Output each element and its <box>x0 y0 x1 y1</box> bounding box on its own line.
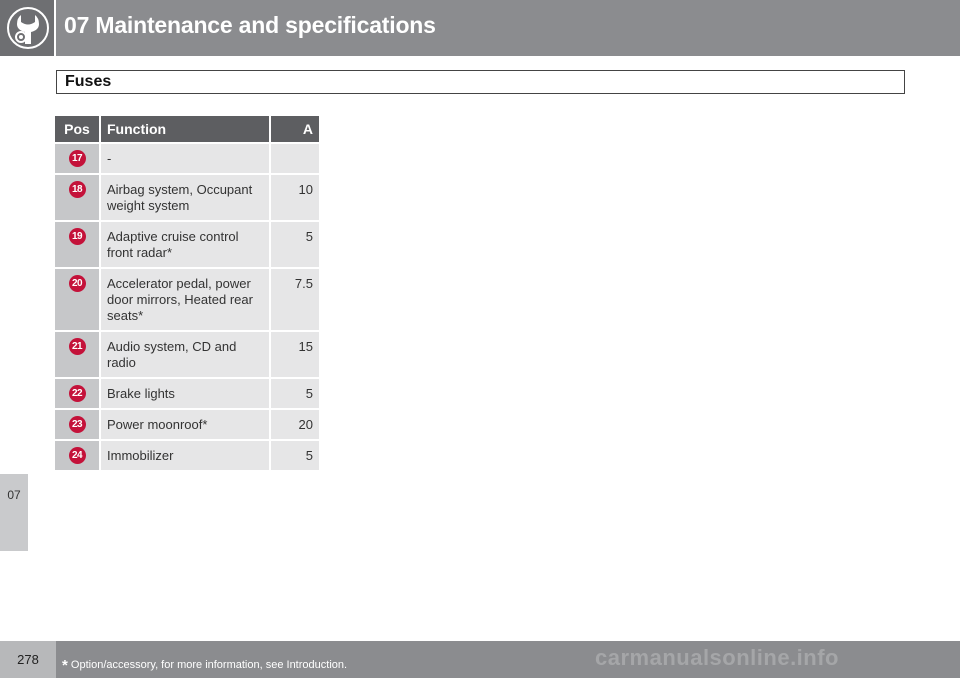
function-cell: Brake lights <box>101 377 271 408</box>
pos-cell: 20 <box>55 267 101 330</box>
function-cell: Adaptive cruise control front radar* <box>101 220 271 267</box>
position-badge: 23 <box>68 416 86 433</box>
amps-cell: 5 <box>271 439 319 470</box>
table-row: 19 Adaptive cruise control front radar* … <box>55 220 319 267</box>
position-badge: 21 <box>68 338 86 355</box>
column-header-function: Function <box>101 116 271 142</box>
table-row: 18 Airbag system, Occupant weight system… <box>55 173 319 220</box>
function-cell: Audio system, CD and radio <box>101 330 271 377</box>
function-cell: Airbag system, Occupant weight system <box>101 173 271 220</box>
table-row: 21 Audio system, CD and radio 15 <box>55 330 319 377</box>
page-number-box: 278 <box>0 641 56 678</box>
column-header-pos: Pos <box>55 116 101 142</box>
function-cell: Power moonroof* <box>101 408 271 439</box>
pos-cell: 19 <box>55 220 101 267</box>
footnote-star: * <box>62 657 68 674</box>
pos-cell: 21 <box>55 330 101 377</box>
column-header-amps: A <box>271 116 319 142</box>
table-row: 24 Immobilizer 5 <box>55 439 319 470</box>
fuse-table: Pos Function A 17 - 18 Airbag system, Oc… <box>55 116 319 470</box>
position-badge: 22 <box>68 385 86 402</box>
amps-cell: 5 <box>271 220 319 267</box>
amps-cell: 5 <box>271 377 319 408</box>
pos-cell: 18 <box>55 173 101 220</box>
footnote-text: Option/accessory, for more information, … <box>70 659 348 671</box>
function-cell: - <box>101 142 271 173</box>
watermark: carmanualsonline.info <box>595 645 839 670</box>
pos-cell: 23 <box>55 408 101 439</box>
amps-cell: 15 <box>271 330 319 377</box>
wrench-gear-icon <box>7 7 49 49</box>
section-heading-box: Fuses <box>56 70 905 94</box>
table-row: 20 Accelerator pedal, power door mirrors… <box>55 267 319 330</box>
position-badge: 17 <box>68 150 86 167</box>
pos-cell: 17 <box>55 142 101 173</box>
pos-cell: 22 <box>55 377 101 408</box>
function-cell: Accelerator pedal, power door mirrors, H… <box>101 267 271 330</box>
position-badge: 20 <box>68 275 86 292</box>
pos-cell: 24 <box>55 439 101 470</box>
amps-cell: 10 <box>271 173 319 220</box>
amps-cell: 7.5 <box>271 267 319 330</box>
page-number: 278 <box>17 652 39 667</box>
chapter-tab-label: 07 <box>7 488 21 502</box>
position-badge: 18 <box>68 181 86 198</box>
amps-cell: 20 <box>271 408 319 439</box>
table-row: 23 Power moonroof* 20 <box>55 408 319 439</box>
position-badge: 24 <box>68 447 86 464</box>
page-header: 07 Maintenance and specifications <box>0 0 960 56</box>
amps-cell <box>271 142 319 173</box>
chapter-side-tab: 07 <box>0 474 28 551</box>
page-title: 07 Maintenance and specifications <box>64 12 436 38</box>
table-row: 22 Brake lights 5 <box>55 377 319 408</box>
position-badge: 19 <box>68 228 86 245</box>
table-row: 17 - <box>55 142 319 173</box>
footnote: * Option/accessory, for more information… <box>62 655 348 674</box>
table-header-row: Pos Function A <box>55 116 319 142</box>
section-title: Fuses <box>65 73 112 90</box>
function-cell: Immobilizer <box>101 439 271 470</box>
chapter-icon-box <box>0 0 56 56</box>
